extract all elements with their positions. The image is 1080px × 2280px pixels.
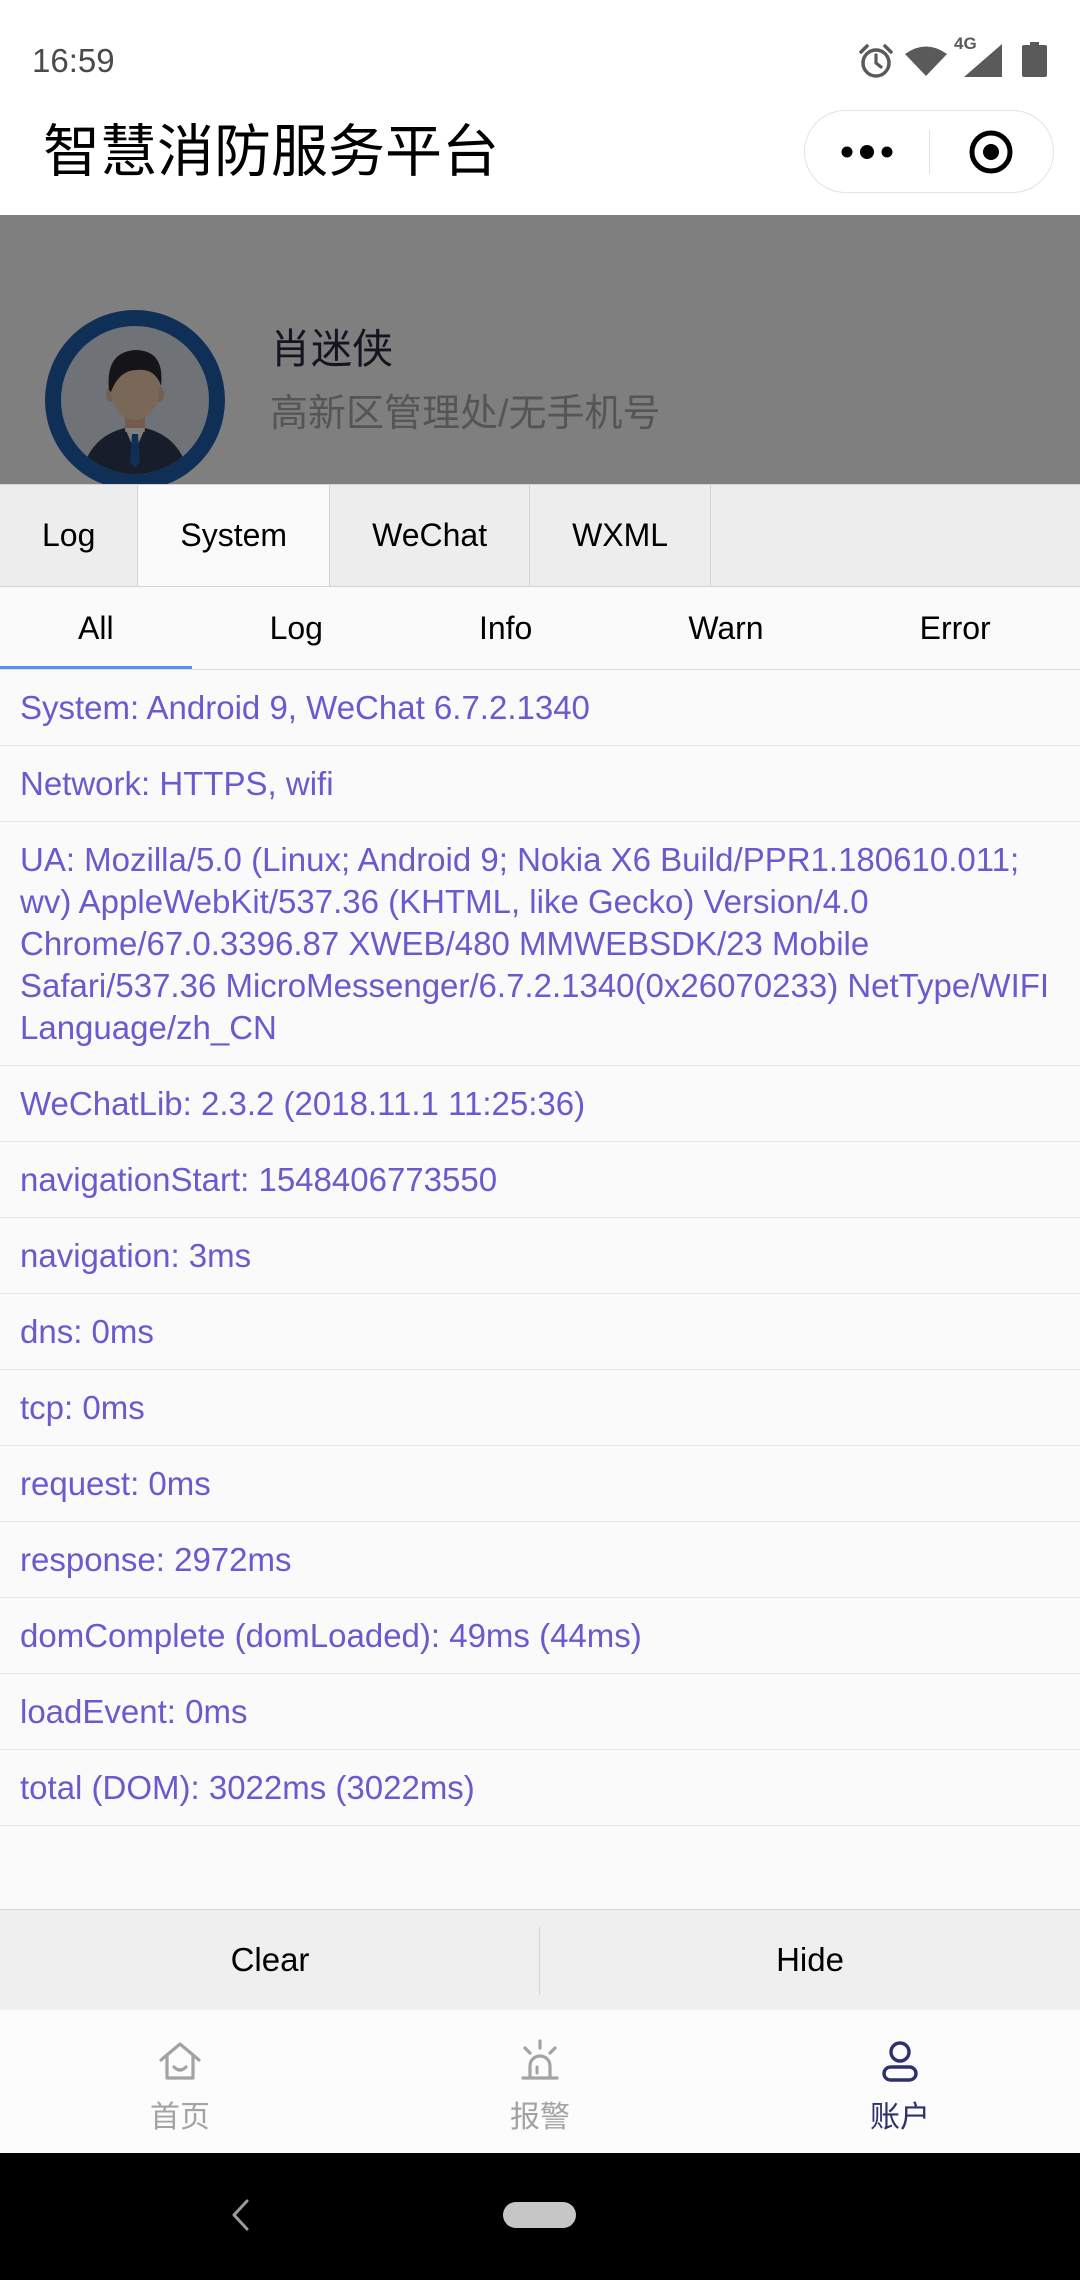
vconsole-tabbar: Log System WeChat WXML (0, 484, 1080, 587)
vconsole-log-list[interactable]: System: Android 9, WeChat 6.7.2.1340 Net… (0, 670, 1080, 1909)
capsule-more-button[interactable] (805, 111, 929, 192)
log-item: navigationStart: 1548406773550 (0, 1142, 1080, 1218)
wifi-icon (905, 46, 947, 76)
tab-log[interactable]: Log (0, 485, 139, 586)
back-chevron-icon[interactable] (228, 2196, 252, 2234)
alarm-light-icon (521, 2039, 559, 2080)
tab-system[interactable]: System (138, 485, 331, 586)
tab-alarm[interactable]: 报警 (360, 2010, 720, 2153)
log-item: UA: Mozilla/5.0 (Linux; Android 9; Nokia… (0, 822, 1080, 1066)
log-item: domComplete (domLoaded): 49ms (44ms) (0, 1598, 1080, 1674)
log-item: total (DOM): 3022ms (3022ms) (0, 1750, 1080, 1826)
alarm-clock-icon (859, 44, 893, 78)
clear-button[interactable]: Clear (0, 1910, 540, 2010)
hide-button[interactable]: Hide (540, 1910, 1080, 2010)
log-item: tcp: 0ms (0, 1370, 1080, 1446)
capsule-close-button[interactable] (930, 111, 1054, 192)
subtab-info[interactable]: Info (401, 587, 610, 669)
tab-wxml[interactable]: WXML (530, 485, 712, 586)
vconsole-mask[interactable] (0, 215, 1080, 484)
tab-home-label: 首页 (150, 2101, 210, 2134)
subtab-error[interactable]: Error (842, 587, 1069, 669)
subtab-warn[interactable]: Warn (610, 587, 841, 669)
home-icon (159, 2042, 201, 2080)
log-item: request: 0ms (0, 1446, 1080, 1522)
log-item: loadEvent: 0ms (0, 1674, 1080, 1750)
tab-account[interactable]: 账户 (720, 2010, 1080, 2153)
subtab-log[interactable]: Log (192, 587, 401, 669)
tab-account-label: 账户 (870, 2101, 930, 2134)
vconsole-toolbar: Clear Hide (0, 1909, 1080, 2010)
log-item: WeChatLib: 2.3.2 (2018.11.1 11:25:36) (0, 1066, 1080, 1142)
log-item: navigation: 3ms (0, 1218, 1080, 1294)
log-item: dns: 0ms (0, 1294, 1080, 1370)
subtab-all[interactable]: All (0, 587, 192, 669)
tab-alarm-label: 报警 (510, 2101, 570, 2134)
log-item: response: 2972ms (0, 1522, 1080, 1598)
page-title: 智慧消防服务平台 (43, 120, 499, 184)
bottom-tab-bar: 首页 报警 账户 (0, 2010, 1080, 2153)
cell-signal-icon (964, 44, 1002, 77)
battery-icon (1022, 42, 1047, 77)
vconsole-subtabbar: All Log Info Warn Error (0, 587, 1080, 670)
profile-header: 肖迷侠 高新区管理处/无手机号 (0, 215, 1080, 484)
tab-wechat[interactable]: WeChat (330, 485, 531, 586)
log-item: Network: HTTPS, wifi (0, 746, 1080, 822)
status-time: 16:59 (32, 42, 115, 79)
target-circle-icon (969, 130, 1013, 173)
tab-home[interactable]: 首页 (0, 2010, 360, 2153)
more-dots-icon (841, 144, 893, 159)
user-icon (882, 2041, 918, 2082)
home-pill-icon[interactable] (503, 2202, 576, 2228)
toolbar-divider (539, 1927, 540, 1995)
log-item: System: Android 9, WeChat 6.7.2.1340 (0, 670, 1080, 746)
capsule-menu (804, 110, 1054, 193)
system-navigation-bar (0, 2153, 1080, 2280)
status-bar: 16:59 4G (0, 0, 1080, 109)
